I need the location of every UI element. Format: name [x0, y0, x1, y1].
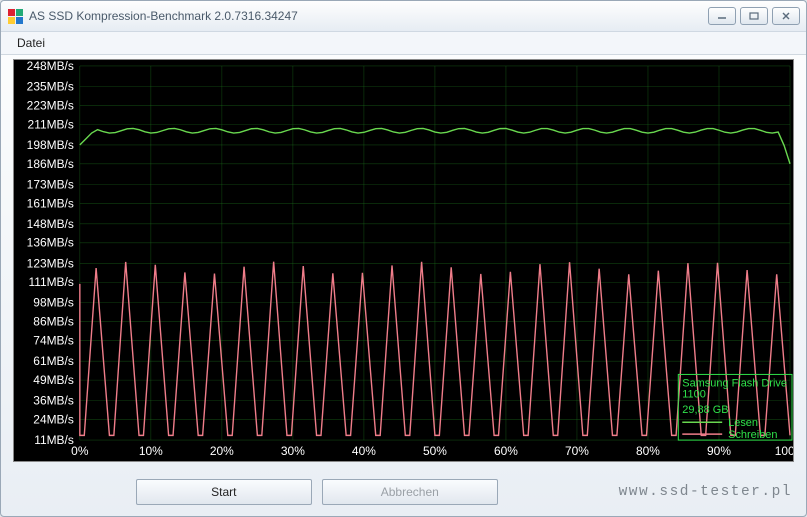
- svg-text:49MB/s: 49MB/s: [33, 373, 74, 387]
- legend-write: Schreiben: [728, 429, 777, 441]
- svg-text:235MB/s: 235MB/s: [27, 79, 74, 93]
- legend-read: Lesen: [728, 417, 758, 429]
- svg-text:161MB/s: 161MB/s: [27, 196, 74, 210]
- svg-text:100%: 100%: [775, 444, 793, 458]
- legend-device2: 1100: [682, 388, 706, 400]
- svg-text:198MB/s: 198MB/s: [27, 138, 74, 152]
- svg-text:98MB/s: 98MB/s: [33, 296, 74, 310]
- minimize-button[interactable]: [708, 7, 736, 25]
- menubar: Datei: [1, 32, 806, 55]
- legend-capacity: 29,88 GB: [682, 404, 728, 416]
- svg-text:148MB/s: 148MB/s: [27, 217, 74, 231]
- y-axis-labels: 11MB/s 24MB/s 36MB/s 49MB/s 61MB/s 74MB/s 86MB…: [27, 60, 74, 447]
- svg-text:10%: 10%: [139, 444, 163, 458]
- x-axis-labels: 0% 10% 20% 30% 40% 50% 60% 70% 80% 90% 100%: [71, 444, 793, 458]
- svg-text:36MB/s: 36MB/s: [33, 394, 74, 408]
- svg-text:30%: 30%: [281, 444, 305, 458]
- svg-text:123MB/s: 123MB/s: [27, 256, 74, 270]
- svg-text:20%: 20%: [210, 444, 234, 458]
- app-icon: [7, 8, 23, 24]
- start-button[interactable]: Start: [136, 479, 312, 505]
- svg-text:86MB/s: 86MB/s: [33, 315, 74, 329]
- svg-text:61MB/s: 61MB/s: [33, 354, 74, 368]
- svg-text:136MB/s: 136MB/s: [27, 236, 74, 250]
- titlebar: AS SSD Kompression-Benchmark 2.0.7316.34…: [1, 1, 806, 32]
- window-buttons: [708, 7, 800, 25]
- svg-text:248MB/s: 248MB/s: [27, 60, 74, 73]
- svg-text:11MB/s: 11MB/s: [34, 433, 74, 447]
- footer: Start Abbrechen www.ssd-tester.pl: [1, 468, 806, 516]
- app-window: AS SSD Kompression-Benchmark 2.0.7316.34…: [0, 0, 807, 517]
- maximize-button[interactable]: [740, 7, 768, 25]
- menu-file[interactable]: Datei: [9, 34, 53, 52]
- svg-text:90%: 90%: [707, 444, 731, 458]
- svg-text:211MB/s: 211MB/s: [28, 117, 74, 131]
- watermark: www.ssd-tester.pl: [619, 484, 792, 500]
- svg-text:60%: 60%: [494, 444, 518, 458]
- svg-text:173MB/s: 173MB/s: [27, 177, 74, 191]
- svg-text:74MB/s: 74MB/s: [33, 334, 74, 348]
- cancel-button[interactable]: Abbrechen: [322, 479, 498, 505]
- svg-text:24MB/s: 24MB/s: [33, 413, 74, 427]
- svg-text:223MB/s: 223MB/s: [27, 98, 74, 112]
- svg-text:70%: 70%: [565, 444, 589, 458]
- chart: 11MB/s 24MB/s 36MB/s 49MB/s 61MB/s 74MB/s 86MB…: [13, 59, 794, 462]
- svg-text:111MB/s: 111MB/s: [28, 275, 73, 289]
- window-title: AS SSD Kompression-Benchmark 2.0.7316.34…: [29, 9, 298, 23]
- legend: Samsung Flash Drive 1100 29,88 GB Lesen …: [678, 374, 792, 441]
- svg-text:186MB/s: 186MB/s: [27, 157, 74, 171]
- svg-text:50%: 50%: [423, 444, 447, 458]
- svg-text:80%: 80%: [636, 444, 660, 458]
- svg-text:40%: 40%: [352, 444, 376, 458]
- close-button[interactable]: [772, 7, 800, 25]
- svg-text:0%: 0%: [71, 444, 89, 458]
